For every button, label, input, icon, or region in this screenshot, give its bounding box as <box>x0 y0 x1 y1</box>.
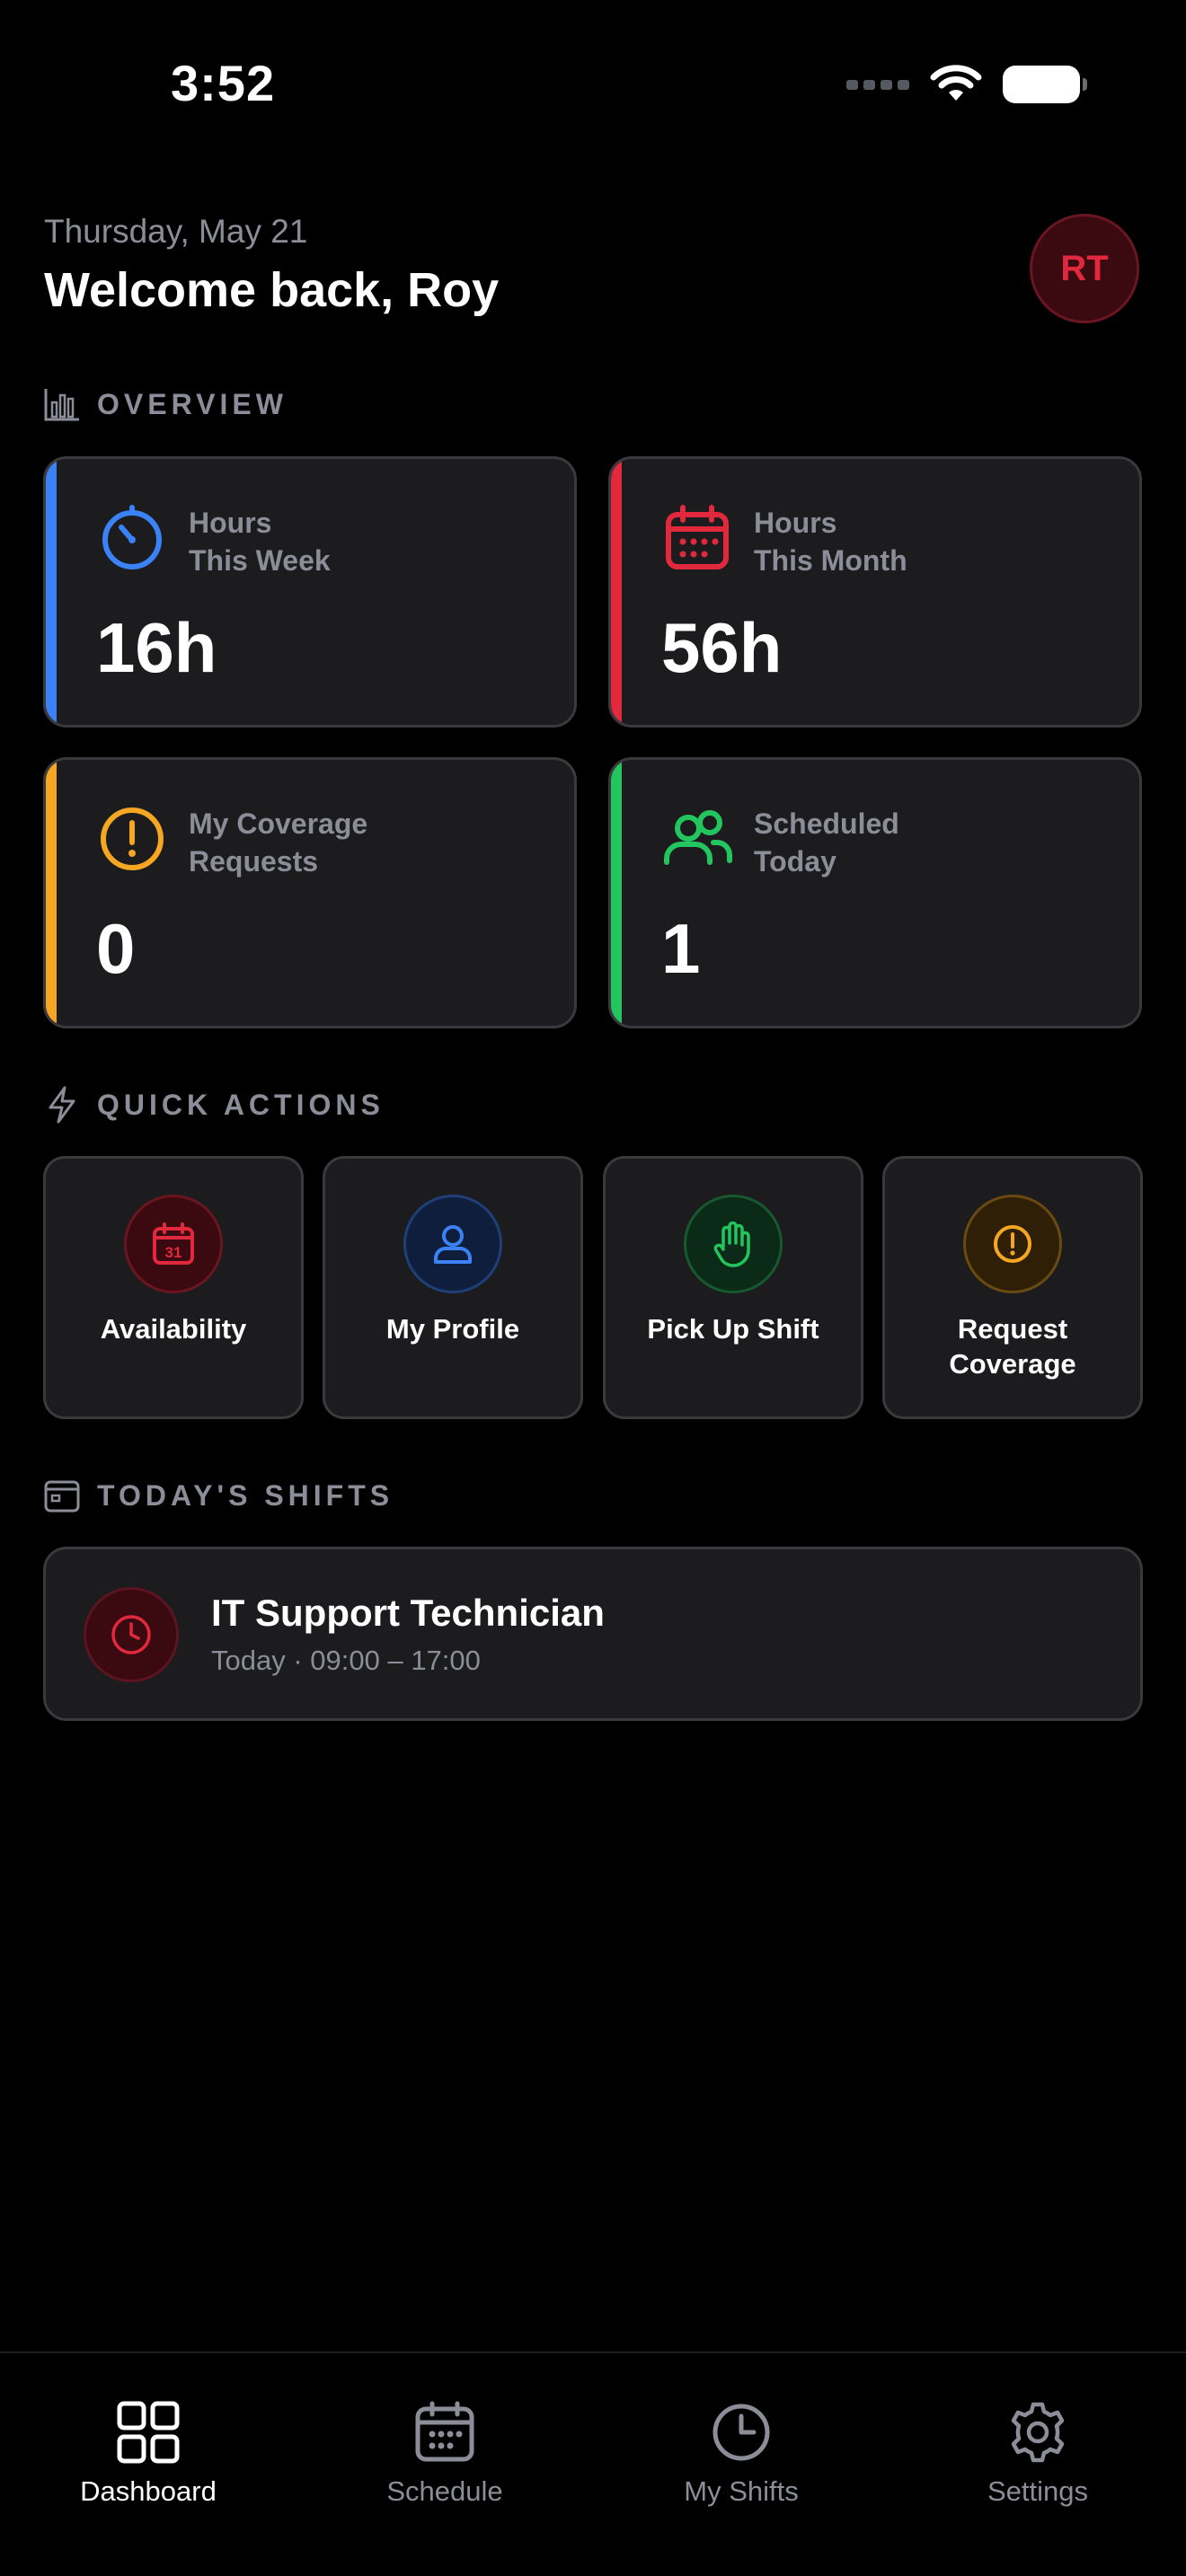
stat-card-hours-week[interactable]: Hours This Week 16h <box>43 456 577 728</box>
stat-label-line2: Today <box>754 845 836 878</box>
accent-bar <box>46 760 57 1026</box>
status-icons <box>846 65 1087 104</box>
todays-shifts-title: TODAY'S SHIFTS <box>97 1478 394 1512</box>
user-icon <box>434 1225 472 1264</box>
accent-bar <box>46 459 57 725</box>
action-icon-circle <box>403 1195 502 1293</box>
stat-label: Hours This Week <box>189 504 548 579</box>
stat-card-scheduled-today[interactable]: Scheduled Today 1 <box>608 757 1142 1028</box>
action-icon-circle: 31 <box>124 1195 223 1293</box>
stat-label-line1: My Coverage <box>189 807 368 840</box>
stat-label: Scheduled Today <box>754 805 1113 880</box>
stat-label-line2: Requests <box>189 845 319 878</box>
accent-bar <box>611 459 622 725</box>
action-label: Pick Up Shift <box>647 1313 819 1345</box>
tab-dashboard[interactable]: Dashboard <box>0 2400 296 2508</box>
calendar-grid-icon <box>666 505 729 569</box>
hand-icon <box>713 1221 750 1267</box>
stat-label-line2: This Month <box>754 544 907 577</box>
accent-bar <box>611 760 622 1026</box>
shift-card[interactable]: IT Support Technician Today · 09:00 – 17… <box>43 1547 1143 1721</box>
battery-icon <box>1003 66 1087 103</box>
stat-label: Hours This Month <box>754 504 1113 579</box>
status-time: 3:52 <box>171 55 276 111</box>
calendar-icon <box>415 2401 474 2462</box>
stat-label-line1: Hours <box>754 507 837 539</box>
wifi-icon <box>930 65 982 101</box>
stat-label: My Coverage Requests <box>189 805 548 880</box>
request-coverage-button[interactable]: Request Coverage <box>882 1156 1143 1419</box>
grid-icon <box>117 2401 180 2464</box>
stat-value: 16h <box>96 608 217 687</box>
alert-circle-icon <box>994 1225 1031 1263</box>
overview-title: OVERVIEW <box>97 387 288 420</box>
users-icon <box>664 810 732 865</box>
todays-shifts-section-header: TODAY'S SHIFTS <box>43 1478 394 1513</box>
stat-card-coverage-requests[interactable]: My Coverage Requests 0 <box>43 757 577 1028</box>
action-label: Availability <box>100 1313 247 1345</box>
tab-label: Settings <box>987 2475 1088 2507</box>
date-label: Thursday, May 21 <box>44 213 308 250</box>
avatar[interactable]: RT <box>1030 214 1139 323</box>
stat-card-hours-month[interactable]: Hours This Month 56h <box>608 456 1142 728</box>
stat-label-line1: Scheduled <box>754 807 899 840</box>
stat-value: 1 <box>661 909 701 988</box>
alert-circle-icon <box>101 807 164 870</box>
tab-schedule[interactable]: Schedule <box>296 2400 593 2508</box>
quick-actions-title: QUICK ACTIONS <box>97 1088 385 1121</box>
welcome-title: Welcome back, Roy <box>44 263 500 317</box>
tab-label: Dashboard <box>80 2475 217 2507</box>
svg-text:31: 31 <box>165 1244 182 1261</box>
stat-label-line1: Hours <box>189 507 272 539</box>
action-label: My Profile <box>385 1313 520 1345</box>
calendar-icon <box>44 1480 80 1513</box>
quick-actions-section-header: QUICK ACTIONS <box>43 1085 385 1125</box>
shift-title: IT Support Technician <box>211 1592 605 1634</box>
tab-settings[interactable]: Settings <box>890 2400 1186 2508</box>
timer-icon <box>102 505 162 569</box>
tab-label: My Shifts <box>684 2475 799 2507</box>
pick-up-shift-button[interactable]: Pick Up Shift <box>603 1156 863 1419</box>
stat-value: 56h <box>661 608 783 687</box>
stat-value: 0 <box>96 909 136 988</box>
tab-my-shifts[interactable]: My Shifts <box>593 2400 890 2508</box>
action-label: Request Coverage <box>949 1313 1076 1380</box>
status-bar: 3:52 <box>0 0 1186 171</box>
availability-button[interactable]: 31 Availability <box>43 1156 304 1419</box>
clock-icon <box>111 1615 151 1654</box>
shift-time: Today · 09:00 – 17:00 <box>211 1645 481 1676</box>
action-icon-circle <box>684 1195 783 1293</box>
bar-chart-icon <box>44 389 79 421</box>
clock-icon <box>712 2404 770 2461</box>
my-profile-button[interactable]: My Profile <box>323 1156 583 1419</box>
cellular-signal-icon <box>846 79 909 90</box>
calendar-31-icon: 31 <box>153 1222 194 1265</box>
stat-label-line2: This Week <box>189 544 331 577</box>
tab-bar: Dashboard Schedule My Shifts Settings <box>0 2351 1186 2576</box>
shift-icon-circle <box>84 1587 179 1682</box>
action-icon-circle <box>963 1195 1062 1293</box>
gear-icon <box>1011 2402 1065 2463</box>
lightning-icon <box>49 1086 75 1124</box>
tab-label: Schedule <box>386 2475 503 2507</box>
overview-section-header: OVERVIEW <box>43 386 288 422</box>
